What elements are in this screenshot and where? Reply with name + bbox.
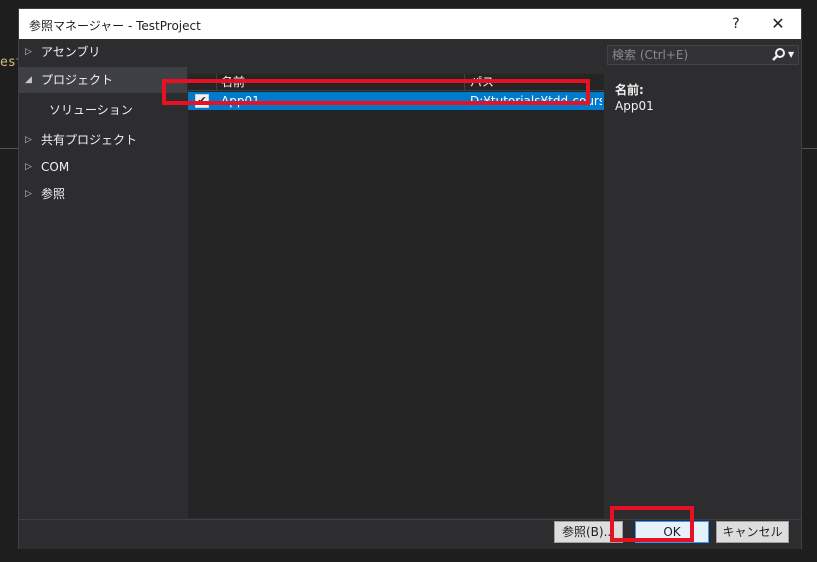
category-sidebar: ▷ アセンブリ ◢ プロジェクト ソリューション ▷ 共有プロジェクト ▷ CO…	[19, 39, 187, 519]
search-options-dropdown[interactable]: ▼	[788, 47, 798, 63]
project-path: D:¥tutorials¥tdd-cours...	[470, 94, 602, 108]
project-name: App01	[221, 94, 260, 108]
list-item[interactable]: ✔ App01 D:¥tutorials¥tdd-cours...	[188, 92, 604, 110]
sidebar-item-label: 参照	[41, 187, 66, 201]
column-header-path[interactable]: パス	[470, 74, 494, 90]
reference-manager-dialog: 参照マネージャー - TestProject ? ✕ ▷ アセンブリ ◢ プロジ…	[18, 8, 802, 549]
project-checkbox[interactable]: ✔	[195, 94, 209, 108]
sidebar-item-label: 共有プロジェクト	[41, 133, 138, 147]
list-header: 名前 パス	[188, 74, 604, 91]
sidebar-item-label: COM	[41, 160, 70, 174]
browse-button[interactable]: 参照(B)...	[554, 521, 623, 543]
column-resize-handle[interactable]	[464, 74, 465, 90]
close-button[interactable]: ✕	[765, 13, 791, 35]
sidebar-item-shared-projects[interactable]: ▷ 共有プロジェクト	[19, 127, 187, 153]
search-box[interactable]: ▼	[607, 45, 799, 65]
sidebar-item-label: プロジェクト	[41, 73, 114, 87]
sidebar-item-projects[interactable]: ◢ プロジェクト	[19, 67, 187, 93]
details-name-label: 名前:	[615, 83, 644, 97]
search-input[interactable]	[612, 47, 768, 63]
column-header-check[interactable]	[188, 74, 217, 90]
expand-arrow-icon: ▷	[25, 162, 32, 172]
expand-arrow-icon: ▷	[25, 47, 32, 57]
sidebar-item-label: ソリューション	[49, 103, 133, 117]
ok-button[interactable]: OK	[635, 521, 709, 543]
cancel-button[interactable]: キャンセル	[716, 521, 789, 543]
sidebar-item-solution[interactable]: ソリューション	[19, 97, 187, 123]
expand-arrow-icon: ▷	[25, 135, 32, 145]
details-pane: 名前: App01	[615, 81, 654, 113]
project-list: 名前 パス ✔ App01 D:¥tutorials¥tdd-cours...	[188, 74, 604, 518]
editor-divider-left	[0, 148, 18, 149]
sidebar-item-assemblies[interactable]: ▷ アセンブリ	[19, 39, 187, 65]
dialog-title: 参照マネージャー - TestProject	[29, 19, 201, 33]
details-name-value: App01	[615, 99, 654, 113]
column-header-name[interactable]: 名前	[221, 74, 245, 90]
dialog-titlebar: 参照マネージャー - TestProject ? ✕	[19, 9, 801, 39]
sidebar-item-com[interactable]: ▷ COM	[19, 154, 187, 180]
sidebar-item-browse[interactable]: ▷ 参照	[19, 181, 187, 207]
help-button[interactable]: ?	[724, 13, 748, 35]
editor-divider-right	[802, 148, 817, 149]
search-icon[interactable]	[771, 47, 787, 63]
expand-arrow-icon: ▷	[25, 189, 32, 199]
dialog-footer: 参照(B)... OK キャンセル	[19, 519, 801, 549]
collapse-arrow-icon: ◢	[25, 75, 32, 85]
sidebar-item-label: アセンブリ	[41, 45, 101, 59]
